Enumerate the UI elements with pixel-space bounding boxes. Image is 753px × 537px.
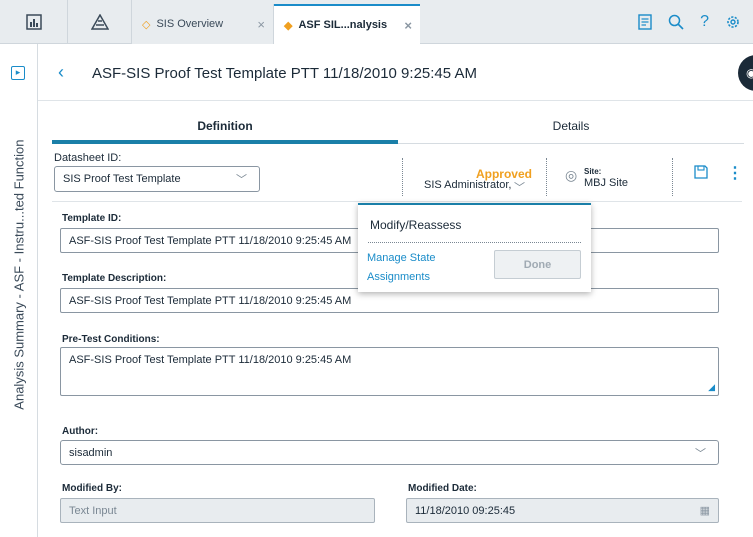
datasheet-label: Datasheet ID: <box>54 152 122 164</box>
popup-title: Modify/Reassess <box>370 218 462 232</box>
divider <box>546 158 547 196</box>
left-rail: ▸ Analysis Summary - ASF - Instru...ted … <box>0 44 38 537</box>
calendar-icon[interactable]: ▦ <box>700 504 710 517</box>
eye-icon[interactable]: ◉ <box>738 55 753 91</box>
tab-asf-sil-analysis[interactable]: ◆ ASF SIL...nalysis × <box>274 4 420 44</box>
expand-panel-icon[interactable]: ▸ <box>11 66 25 80</box>
dashboard-icon <box>25 14 42 30</box>
tab-sis-overview[interactable]: ◇ SIS Overview × <box>132 4 274 44</box>
notes-icon[interactable] <box>638 14 652 30</box>
template-id-label: Template ID: <box>62 213 122 224</box>
modified-date-value: 11/18/2010 09:25:45 <box>415 505 516 517</box>
pretest-conditions-value: ASF-SIS Proof Test Template PTT 11/18/20… <box>69 354 352 366</box>
more-options-icon[interactable]: ⋮ <box>727 163 743 183</box>
divider <box>52 201 742 202</box>
pretest-conditions-label: Pre-Test Conditions: <box>62 334 160 345</box>
tab-details[interactable]: Details <box>398 112 744 144</box>
divider <box>368 242 581 243</box>
datasheet-value: SIS Proof Test Template <box>63 173 181 185</box>
modified-date-label: Modified Date: <box>408 483 477 494</box>
hazard-triangle-icon <box>90 14 109 30</box>
chevron-down-icon[interactable]: ﹀ <box>514 179 525 195</box>
modified-date-field[interactable]: 11/18/2010 09:25:45 ▦ <box>406 498 719 523</box>
hazard-button[interactable] <box>68 0 132 44</box>
help-icon[interactable]: ? <box>700 13 709 31</box>
toolbar-right: ? <box>638 0 753 44</box>
state-user[interactable]: SIS Administrator, <box>424 179 511 191</box>
done-button[interactable]: Done <box>494 250 581 279</box>
chevron-down-icon: ﹀ <box>695 448 706 460</box>
dashboard-button[interactable] <box>0 0 68 44</box>
page-title: ASF-SIS Proof Test Template PTT 11/18/20… <box>92 65 477 82</box>
modified-by-label: Modified By: <box>62 483 122 494</box>
site-label: Site: <box>584 167 602 176</box>
search-icon[interactable] <box>668 14 684 30</box>
divider <box>38 100 753 101</box>
site-value: MBJ Site <box>584 177 629 189</box>
top-tab-bar: ◇ SIS Overview × ◆ ASF SIL...nalysis × ? <box>0 0 753 44</box>
author-select[interactable]: sisadmin ﹀ <box>60 440 719 465</box>
back-chevron-icon[interactable]: ‹ <box>58 62 64 83</box>
tab-definition[interactable]: Definition <box>52 112 398 144</box>
datasheet-select[interactable]: SIS Proof Test Template ﹀ <box>54 166 260 192</box>
divider <box>672 158 673 196</box>
author-value: sisadmin <box>69 446 113 459</box>
tab-label: SIS Overview <box>156 18 224 30</box>
diamond-icon: ◆ <box>284 19 293 32</box>
resize-handle-icon[interactable]: ◢ <box>708 382 715 393</box>
chevron-down-icon: ﹀ <box>236 174 247 186</box>
manage-state-assignments-link[interactable]: Manage State Assignments <box>367 249 447 287</box>
modified-by-field[interactable]: Text Input <box>60 498 375 523</box>
tab-label: ASF SIL...nalysis <box>298 19 388 31</box>
gear-icon[interactable] <box>725 14 741 30</box>
location-pin-icon: ◎ <box>565 167 578 183</box>
close-icon[interactable]: × <box>404 18 412 33</box>
rail-title[interactable]: Analysis Summary - ASF - Instru...ted Fu… <box>12 140 27 410</box>
author-label: Author: <box>62 426 99 437</box>
state-popup: Modify/Reassess Manage State Assignments… <box>358 203 591 292</box>
template-description-label: Template Description: <box>62 273 167 284</box>
close-icon[interactable]: × <box>257 17 265 32</box>
diamond-icon: ◇ <box>142 18 151 31</box>
pretest-conditions-field[interactable]: ASF-SIS Proof Test Template PTT 11/18/20… <box>60 347 719 396</box>
divider <box>402 158 403 196</box>
save-icon[interactable] <box>694 165 708 179</box>
